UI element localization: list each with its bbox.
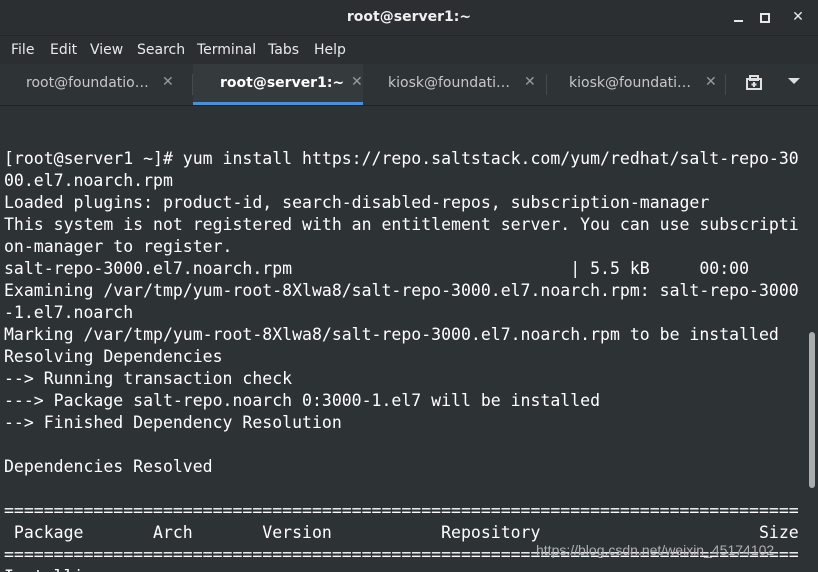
window-title: root@server1:~: [346, 9, 472, 25]
scrollbar-thumb[interactable]: [809, 332, 815, 488]
menu-view[interactable]: View: [90, 42, 123, 58]
minimize-button[interactable]: [728, 7, 750, 27]
terminal-line: on-manager to register.: [4, 237, 233, 256]
terminal-line: Marking /var/tmp/yum-root-8Xlwa8/salt-re…: [4, 325, 779, 344]
tab-separator: [725, 74, 726, 95]
terminal-line: ========================================…: [4, 501, 799, 520]
tab-close-icon[interactable]: ✕: [162, 74, 174, 90]
tab-root-foundation[interactable]: root@foundatio… ✕: [4, 64, 174, 105]
tab-close-icon[interactable]: ✕: [351, 74, 363, 90]
title-bar: root@server1:~ ✕: [0, 0, 818, 35]
close-button[interactable]: ✕: [787, 7, 809, 27]
terminal-scrollbar[interactable]: [806, 106, 818, 572]
terminal-line: Resolving Dependencies: [4, 347, 223, 366]
menu-edit[interactable]: Edit: [50, 42, 77, 58]
terminal-line: --> Finished Dependency Resolution: [4, 413, 342, 432]
terminal-line: ---> Package salt-repo.noarch 0:3000-1.e…: [4, 391, 601, 410]
minimize-icon: [734, 20, 743, 22]
terminal-line: salt-repo-3000.el7.noarch.rpm | 5.5 kB 0…: [4, 259, 750, 278]
tab-bar: root@foundatio… ✕ root@server1:~ ✕ kiosk…: [0, 64, 818, 106]
terminal-line: [root@server1 ~]# yum install https://re…: [4, 149, 799, 168]
menu-search[interactable]: Search: [137, 42, 185, 58]
menu-help[interactable]: Help: [314, 42, 346, 58]
terminal-line: 00.el7.noarch.rpm: [4, 171, 173, 190]
close-icon: ✕: [792, 9, 804, 25]
tab-kiosk-foundation-1[interactable]: kiosk@foundati… ✕: [366, 64, 536, 105]
maximize-icon: [760, 13, 770, 23]
terminal-line: --> Running transaction check: [4, 369, 293, 388]
tab-close-icon[interactable]: ✕: [705, 74, 717, 90]
tab-label: root@foundatio…: [26, 75, 149, 91]
chevron-down-icon[interactable]: [788, 78, 800, 84]
terminal-line: Dependencies Resolved: [4, 457, 213, 476]
active-tab-indicator: [193, 102, 363, 105]
menu-bar: File Edit View Search Terminal Tabs Help: [0, 35, 818, 65]
menu-file[interactable]: File: [11, 42, 34, 58]
tab-root-server1[interactable]: root@server1:~ ✕: [193, 64, 363, 105]
terminal-line: Package Arch Version Repository Size: [4, 523, 799, 542]
menu-terminal[interactable]: Terminal: [197, 42, 256, 58]
terminal-line: Examining /var/tmp/yum-root-8Xlwa8/salt-…: [4, 281, 799, 300]
tab-close-icon[interactable]: ✕: [524, 74, 536, 90]
tab-kiosk-foundation-2[interactable]: kiosk@foundati… ✕: [547, 64, 717, 105]
new-tab-button[interactable]: [744, 74, 764, 94]
tab-label: root@server1:~: [220, 75, 345, 91]
watermark-text: https://blog.csdn.net/weixin_45174102: [536, 542, 775, 558]
new-tab-icon: [746, 75, 762, 90]
terminal-line: This system is not registered with an en…: [4, 215, 799, 234]
terminal-line: Loaded plugins: product-id, search-disab…: [4, 193, 710, 212]
terminal-line: Installing:: [4, 566, 113, 572]
terminal-line: -1.el7.noarch: [4, 303, 134, 322]
maximize-button[interactable]: [754, 7, 776, 27]
terminal-output[interactable]: [root@server1 ~]# yum install https://re…: [0, 106, 806, 572]
tab-label: kiosk@foundati…: [388, 75, 511, 91]
menu-tabs[interactable]: Tabs: [268, 42, 299, 58]
tab-label: kiosk@foundati…: [569, 75, 692, 91]
